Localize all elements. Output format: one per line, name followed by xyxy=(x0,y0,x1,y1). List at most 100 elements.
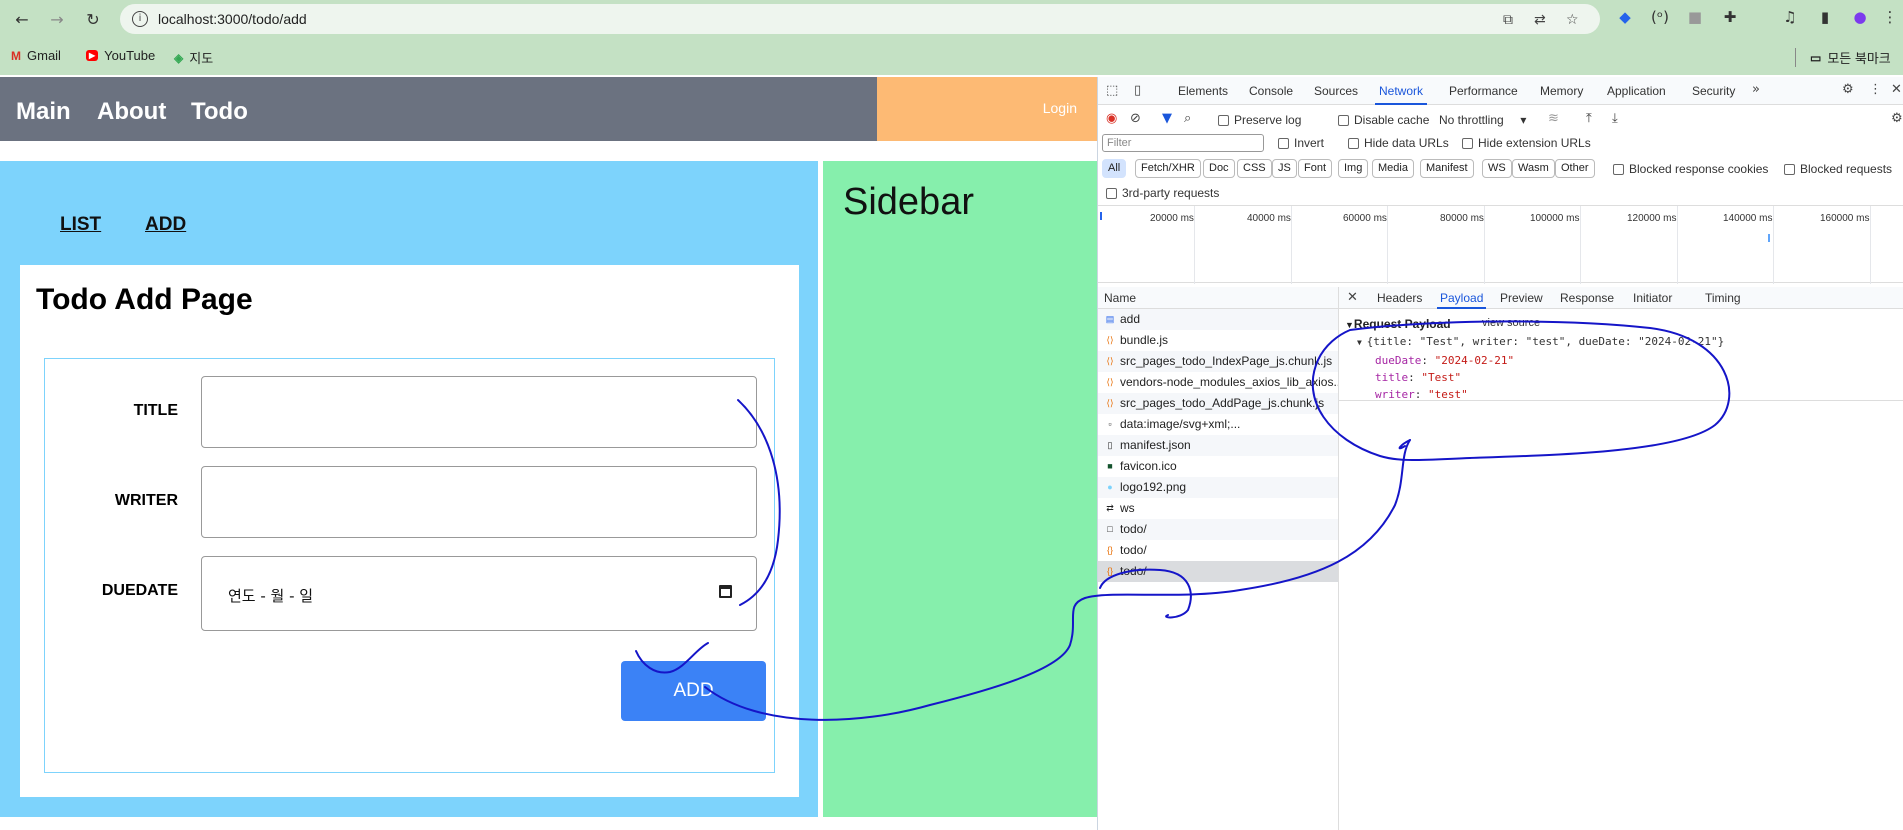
request-row[interactable]: ▯ manifest.json xyxy=(1098,435,1338,456)
profile-avatar[interactable]: ● xyxy=(1850,8,1870,28)
type-filter-manifest[interactable]: Manifest xyxy=(1420,159,1474,178)
tab-application[interactable]: Application xyxy=(1607,84,1666,98)
tab-elements[interactable]: Elements xyxy=(1178,84,1228,98)
type-filter-all[interactable]: All xyxy=(1102,159,1127,178)
login-link[interactable]: Login xyxy=(1043,100,1077,116)
clear-icon[interactable]: ⊘ xyxy=(1130,111,1141,126)
close-icon[interactable]: ✕ xyxy=(1891,82,1902,97)
tab-payload[interactable]: Payload xyxy=(1436,291,1487,309)
request-row[interactable]: ■ favicon.ico xyxy=(1098,456,1338,477)
tab-memory[interactable]: Memory xyxy=(1540,84,1583,98)
extension-icon[interactable]: (ᵒ) xyxy=(1650,8,1670,28)
calendar-icon[interactable] xyxy=(719,585,732,598)
third-party-checkbox[interactable]: 3rd-party requests xyxy=(1106,186,1219,200)
name-column-header[interactable]: Name xyxy=(1098,287,1338,309)
request-row[interactable]: ● logo192.png xyxy=(1098,477,1338,498)
side-panel-icon[interactable]: ▮ xyxy=(1815,8,1835,28)
filter-icon[interactable]: ▼ xyxy=(1162,111,1172,126)
forward-icon[interactable]: → xyxy=(46,8,68,30)
more-tabs-icon[interactable]: » xyxy=(1752,82,1760,97)
view-source-link[interactable]: view source xyxy=(1482,317,1540,329)
search-icon[interactable]: ⌕ xyxy=(1184,111,1191,126)
back-icon[interactable]: ← xyxy=(11,8,33,30)
tab-network[interactable]: Network xyxy=(1374,84,1428,105)
network-settings-icon[interactable]: ⚙ xyxy=(1891,111,1903,126)
bookmark-folder[interactable]: ▭ 모든 북마크 xyxy=(1795,48,1891,67)
settings-icon[interactable]: ⚙ xyxy=(1842,82,1854,97)
writer-input[interactable] xyxy=(201,466,757,538)
list-link[interactable]: LIST xyxy=(60,214,101,236)
export-har-icon[interactable]: ⤓ xyxy=(1612,111,1618,126)
media-icon[interactable]: ♫ xyxy=(1780,8,1800,28)
request-row[interactable]: ⟨⟩ vendors-node_modules_axios_lib_axios..… xyxy=(1098,372,1338,393)
record-icon[interactable]: ◉ xyxy=(1106,111,1117,126)
throttling-select[interactable]: No throttling ▾ xyxy=(1439,113,1526,127)
nav-todo-link[interactable]: Todo xyxy=(191,98,248,126)
duedate-input[interactable]: 연도 - 월 - 일 xyxy=(201,556,757,631)
extension-icon[interactable]: ■ xyxy=(1685,8,1705,28)
tab-preview[interactable]: Preview xyxy=(1500,291,1543,305)
request-row[interactable]: {} todo/ xyxy=(1098,540,1338,561)
menu-icon[interactable]: ⋮ xyxy=(1880,8,1900,28)
type-filter-doc[interactable]: Doc xyxy=(1203,159,1235,178)
tab-sources[interactable]: Sources xyxy=(1314,84,1358,98)
tab-initiator[interactable]: Initiator xyxy=(1633,291,1672,305)
payload-summary[interactable]: ▼ {title: "Test", writer: "test", dueDat… xyxy=(1357,335,1724,348)
type-filter-wasm[interactable]: Wasm xyxy=(1512,159,1555,178)
request-row[interactable]: ⟨⟩ bundle.js xyxy=(1098,330,1338,351)
close-detail-icon[interactable]: ✕ xyxy=(1347,290,1358,305)
tab-performance[interactable]: Performance xyxy=(1449,84,1518,98)
request-row[interactable]: ⟨⟩ src_pages_todo_AddPage_js.chunk.js xyxy=(1098,393,1338,414)
network-timeline[interactable]: 20000 ms 40000 ms 60000 ms 80000 ms 1000… xyxy=(1098,205,1903,284)
request-row[interactable]: ⟨⟩ src_pages_todo_IndexPage_js.chunk.js xyxy=(1098,351,1338,372)
reload-icon[interactable]: ↻ xyxy=(82,8,104,30)
payload-section-title[interactable]: ▼Request Payload xyxy=(1345,317,1451,331)
type-filter-img[interactable]: Img xyxy=(1338,159,1369,178)
request-row[interactable]: ⇄ ws xyxy=(1098,498,1338,519)
blocked-requests-checkbox[interactable]: Blocked requests xyxy=(1784,162,1892,176)
import-har-icon[interactable]: ⤒ xyxy=(1586,111,1592,126)
tab-response[interactable]: Response xyxy=(1560,291,1614,305)
type-filter-fetch[interactable]: Fetch/XHR xyxy=(1135,159,1201,178)
network-conditions-icon[interactable]: ≋ xyxy=(1548,111,1559,126)
blocked-cookies-checkbox[interactable]: Blocked response cookies xyxy=(1613,162,1768,176)
title-input[interactable] xyxy=(201,376,757,448)
tab-console[interactable]: Console xyxy=(1249,84,1293,98)
nav-about-link[interactable]: About xyxy=(97,98,166,126)
tab-headers[interactable]: Headers xyxy=(1377,291,1422,305)
type-filter-font[interactable]: Font xyxy=(1298,159,1333,178)
type-filter-ws[interactable]: WS xyxy=(1482,159,1512,178)
device-toolbar-icon[interactable]: ▯ xyxy=(1134,83,1141,98)
bookmark-star-icon[interactable]: ☆ xyxy=(1566,12,1579,28)
type-filter-js[interactable]: JS xyxy=(1272,159,1297,178)
add-button[interactable]: ADD xyxy=(621,661,766,721)
bookmark-maps[interactable]: ◈ 지도 xyxy=(174,48,213,67)
address-bar[interactable]: i localhost:3000/todo/add ⧉ ⇄ ☆ xyxy=(120,4,1600,34)
request-row[interactable]: □ todo/ xyxy=(1098,519,1338,540)
bookmark-youtube[interactable]: ▶ YouTube xyxy=(86,48,155,63)
extension-icon[interactable]: ◆ xyxy=(1615,8,1635,28)
hide-extension-urls-checkbox[interactable]: Hide extension URLs xyxy=(1462,136,1591,150)
hide-data-urls-checkbox[interactable]: Hide data URLs xyxy=(1348,136,1449,150)
tab-security[interactable]: Security xyxy=(1692,84,1735,98)
more-options-icon[interactable]: ⋮ xyxy=(1869,82,1882,97)
nav-main-link[interactable]: Main xyxy=(16,98,71,126)
type-filter-media[interactable]: Media xyxy=(1372,159,1414,178)
type-filter-other[interactable]: Other xyxy=(1555,159,1595,178)
disable-cache-checkbox[interactable]: Disable cache xyxy=(1338,113,1429,127)
add-link[interactable]: ADD xyxy=(145,214,186,236)
preserve-log-checkbox[interactable]: Preserve log xyxy=(1218,113,1301,127)
filter-input[interactable]: Filter xyxy=(1102,134,1264,152)
invert-checkbox[interactable]: Invert xyxy=(1278,136,1324,150)
request-row[interactable]: ▤ add xyxy=(1098,309,1338,330)
open-in-app-icon[interactable]: ⧉ xyxy=(1503,12,1513,28)
translate-icon[interactable]: ⇄ xyxy=(1534,12,1546,28)
type-filter-css[interactable]: CSS xyxy=(1237,159,1272,178)
puzzle-icon[interactable]: ✚ xyxy=(1720,8,1740,28)
request-row-selected[interactable]: {} todo/ xyxy=(1098,561,1338,582)
request-row[interactable]: ▫ data:image/svg+xml;... xyxy=(1098,414,1338,435)
tab-timing[interactable]: Timing xyxy=(1705,291,1741,305)
inspect-element-icon[interactable]: ⬚ xyxy=(1106,83,1118,98)
bookmark-gmail[interactable]: M Gmail xyxy=(11,48,61,63)
site-info-icon[interactable]: i xyxy=(132,11,148,27)
